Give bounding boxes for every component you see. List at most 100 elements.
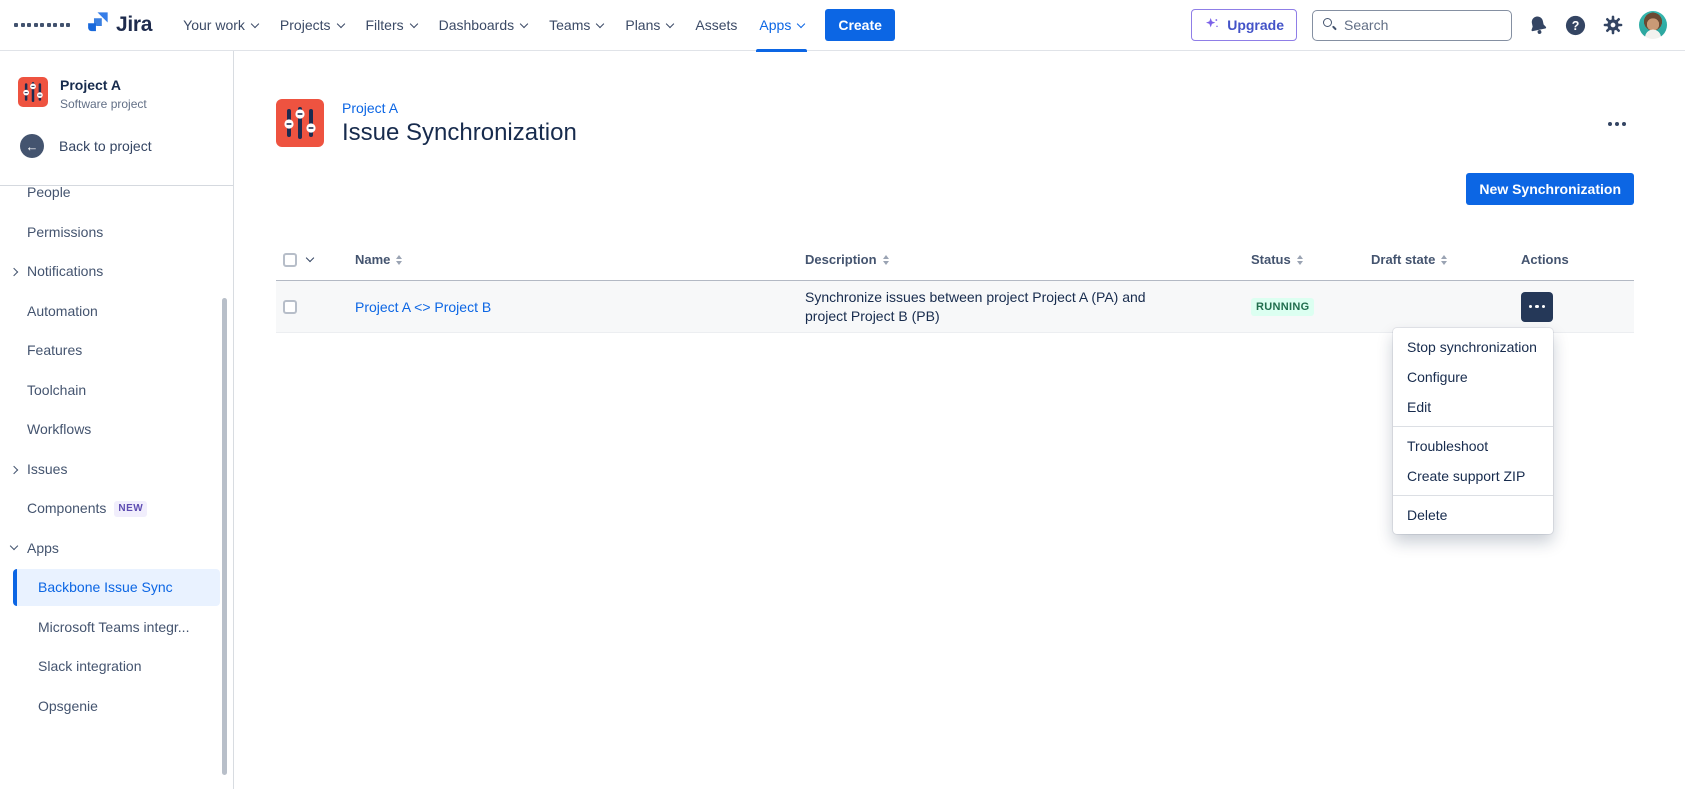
chevron-down-icon xyxy=(596,19,604,27)
project-type: Software project xyxy=(60,97,147,111)
row-actions-button[interactable] xyxy=(1521,292,1553,322)
column-header-name[interactable]: Name xyxy=(355,252,805,267)
chevron-down-icon xyxy=(666,19,674,27)
project-sidebar: Project A Software project ← Back to pro… xyxy=(0,51,234,789)
search-box xyxy=(1312,10,1512,41)
page-title: Issue Synchronization xyxy=(342,119,577,147)
upgrade-button[interactable]: Upgrade xyxy=(1191,9,1297,41)
jira-logo[interactable]: Jira xyxy=(85,10,152,40)
sidebar-item-permissions[interactable]: Permissions xyxy=(0,214,233,251)
column-label: Status xyxy=(1251,252,1291,267)
menu-group: Delete xyxy=(1393,495,1553,534)
back-label: Back to project xyxy=(59,138,152,154)
sidebar-menu: People Permissions Notifications Automat… xyxy=(0,186,233,726)
menu-group: Stop synchronization Configure Edit xyxy=(1393,328,1553,426)
nav-item-plans[interactable]: Plans xyxy=(614,0,684,51)
menu-item-stop-synchronization[interactable]: Stop synchronization xyxy=(1393,332,1553,362)
menu-item-delete[interactable]: Delete xyxy=(1393,500,1553,530)
sidebar-item-backbone-issue-sync[interactable]: Backbone Issue Sync xyxy=(13,569,220,606)
menu-item-configure[interactable]: Configure xyxy=(1393,362,1553,392)
upgrade-label: Upgrade xyxy=(1227,17,1284,33)
page-header: Project A Issue Synchronization xyxy=(276,99,1634,147)
column-header-status[interactable]: Status xyxy=(1251,252,1371,267)
row-actions-menu: Stop synchronization Configure Edit Trou… xyxy=(1393,328,1553,534)
sort-icon xyxy=(1297,255,1303,265)
nav-item-projects[interactable]: Projects xyxy=(269,0,355,51)
sidebar-item-apps[interactable]: Apps xyxy=(0,530,233,567)
sidebar-item-workflows[interactable]: Workflows xyxy=(0,411,233,448)
nav-item-label: Projects xyxy=(280,17,331,33)
search-input[interactable] xyxy=(1312,10,1512,41)
sidebar-item-slack-integration[interactable]: Slack integration xyxy=(0,648,233,685)
nav-item-label: Apps xyxy=(759,17,791,33)
row-checkbox[interactable] xyxy=(283,300,297,314)
svg-text:?: ? xyxy=(1572,18,1580,32)
new-badge: NEW xyxy=(114,501,147,517)
sidebar-item-microsoft-teams[interactable]: Microsoft Teams integr... xyxy=(0,609,233,646)
chevron-down-icon xyxy=(251,19,259,27)
nav-item-label: Filters xyxy=(366,17,404,33)
chevron-down-icon xyxy=(10,541,18,549)
sort-icon xyxy=(396,255,402,265)
nav-item-apps[interactable]: Apps xyxy=(748,0,815,51)
sort-icon xyxy=(1441,255,1447,265)
chevron-down-icon[interactable] xyxy=(306,254,314,262)
sidebar-item-opsgenie[interactable]: Opsgenie xyxy=(0,688,233,725)
chevron-down-icon xyxy=(797,19,805,27)
sidebar-item-label: Notifications xyxy=(27,263,103,279)
sidebar-item-features[interactable]: Features xyxy=(0,332,233,369)
nav-item-label: Teams xyxy=(549,17,590,33)
nav-item-assets[interactable]: Assets xyxy=(684,0,748,51)
menu-item-create-support-zip[interactable]: Create support ZIP xyxy=(1393,461,1553,491)
sidebar-scrollbar[interactable] xyxy=(222,298,227,775)
chevron-down-icon xyxy=(336,19,344,27)
top-navigation: Jira Your work Projects Filters Dashboar… xyxy=(0,0,1685,51)
new-synchronization-button[interactable]: New Synchronization xyxy=(1466,173,1634,205)
select-all-checkbox[interactable] xyxy=(283,253,297,267)
sidebar-item-components[interactable]: Components NEW xyxy=(0,490,233,527)
column-header-draft-state[interactable]: Draft state xyxy=(1371,252,1521,267)
nav-item-dashboards[interactable]: Dashboards xyxy=(428,0,539,51)
search-icon xyxy=(1323,18,1332,27)
sync-description: Synchronize issues between project Proje… xyxy=(805,288,1251,326)
create-button[interactable]: Create xyxy=(825,9,895,41)
sidebar-item-toolchain[interactable]: Toolchain xyxy=(0,372,233,409)
sidebar-item-label: Issues xyxy=(27,461,67,477)
sidebar-project-header: Project A Software project xyxy=(0,51,233,111)
nav-item-label: Plans xyxy=(625,17,660,33)
jira-logo-icon xyxy=(85,10,110,40)
sync-name-link[interactable]: Project A <> Project B xyxy=(355,299,805,315)
nav-item-filters[interactable]: Filters xyxy=(355,0,428,51)
column-label: Description xyxy=(805,252,877,267)
project-name: Project A xyxy=(60,77,147,93)
sidebar-item-label: Components xyxy=(27,500,106,516)
sidebar-item-label: Apps xyxy=(27,540,59,556)
backbone-app-icon xyxy=(276,99,324,147)
notifications-bell-icon[interactable] xyxy=(1527,14,1549,36)
nav-item-teams[interactable]: Teams xyxy=(538,0,614,51)
jira-logo-word: Jira xyxy=(116,13,152,37)
menu-group: Troubleshoot Create support ZIP xyxy=(1393,426,1553,495)
project-avatar-icon xyxy=(18,77,48,107)
sparkle-icon xyxy=(1204,16,1220,35)
menu-item-edit[interactable]: Edit xyxy=(1393,392,1553,422)
sidebar-item-people[interactable]: People xyxy=(0,186,233,211)
sidebar-item-notifications[interactable]: Notifications xyxy=(0,253,233,290)
table-row: Project A <> Project B Synchronize issue… xyxy=(276,281,1634,333)
nav-right-cluster: Upgrade ? xyxy=(1191,9,1667,41)
menu-item-troubleshoot[interactable]: Troubleshoot xyxy=(1393,431,1553,461)
sidebar-item-automation[interactable]: Automation xyxy=(0,293,233,330)
breadcrumb[interactable]: Project A xyxy=(342,100,577,116)
chevron-down-icon xyxy=(409,19,417,27)
user-avatar[interactable] xyxy=(1639,11,1667,39)
column-header-actions: Actions xyxy=(1521,252,1634,267)
chevron-right-icon xyxy=(10,268,18,276)
settings-gear-icon[interactable] xyxy=(1602,14,1624,36)
back-to-project[interactable]: ← Back to project xyxy=(20,134,233,158)
nav-item-your-work[interactable]: Your work xyxy=(172,0,269,51)
help-icon[interactable]: ? xyxy=(1564,14,1587,37)
sidebar-item-issues[interactable]: Issues xyxy=(0,451,233,488)
page-more-actions-icon[interactable] xyxy=(1602,116,1632,132)
app-switcher-icon[interactable] xyxy=(14,23,70,27)
column-header-description[interactable]: Description xyxy=(805,252,1251,267)
